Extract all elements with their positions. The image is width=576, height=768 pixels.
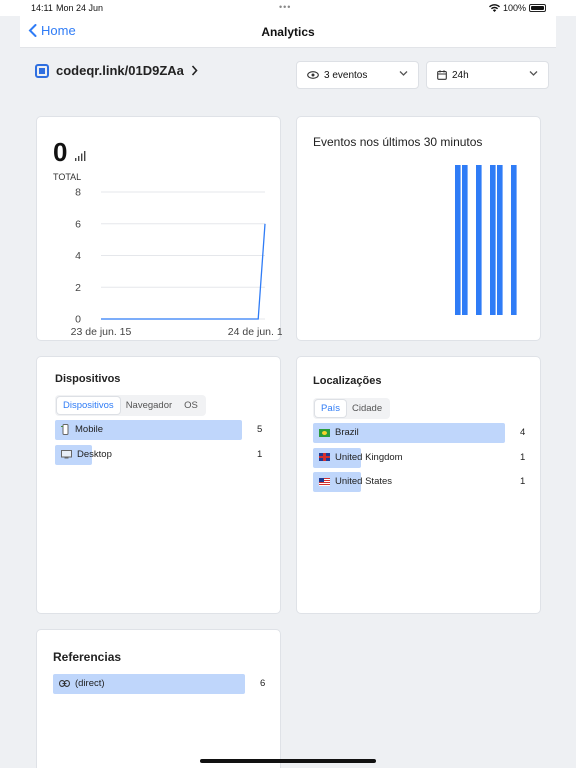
link-text: codeqr.link/01D9ZAa xyxy=(56,63,184,78)
event-bar xyxy=(476,165,482,315)
y-tick-label: 0 xyxy=(75,314,81,326)
list-item[interactable]: Mobile 5 xyxy=(55,420,265,442)
list-item[interactable]: (direct) 6 xyxy=(53,674,266,696)
event-bar xyxy=(511,165,517,315)
brazil-flag-icon xyxy=(319,428,330,437)
event-bar xyxy=(462,165,468,315)
status-right: 100% xyxy=(488,3,546,13)
y-tick-label: 2 xyxy=(75,282,81,294)
devices-list: Mobile 5 Desktop 1 xyxy=(55,420,265,469)
event-bar xyxy=(497,165,503,315)
location-count: 1 xyxy=(520,451,526,463)
series-line xyxy=(101,223,266,320)
location-label: United States xyxy=(335,476,393,487)
location-count: 1 xyxy=(520,476,526,487)
chevron-down-icon xyxy=(529,71,538,76)
event-bar xyxy=(455,165,461,315)
device-label: Mobile xyxy=(75,424,103,435)
battery-percent: 100% xyxy=(502,3,526,13)
list-item[interactable]: United States 1 xyxy=(313,472,526,494)
device-count: 5 xyxy=(257,424,263,435)
tab-cidade[interactable]: Cidade xyxy=(346,400,388,417)
us-flag-icon xyxy=(319,477,330,486)
devices-tabs: Dispositivos Navegador OS xyxy=(55,395,206,416)
calendar-icon xyxy=(437,70,447,80)
locations-tabs: País Cidade xyxy=(313,398,391,419)
event-bar xyxy=(490,165,496,315)
location-count: 4 xyxy=(520,427,526,438)
locations-title: Localizações xyxy=(313,375,382,387)
referrers-card: Referencias (direct) 6 xyxy=(36,629,281,768)
devices-title: Dispositivos xyxy=(55,373,121,385)
location-label: Brazil xyxy=(335,427,359,438)
device-label: Desktop xyxy=(77,448,112,460)
y-tick-label: 6 xyxy=(75,218,81,230)
desktop-icon xyxy=(61,449,72,458)
list-item[interactable]: United Kingdom 1 xyxy=(313,447,526,470)
timeline-chart: 8 6 4 2 023 de jun. 15 24 de jun. 14 xyxy=(71,187,282,339)
events-select[interactable]: 3 eventos xyxy=(296,61,419,89)
x-tick-label: 23 de jun. 15 xyxy=(71,326,132,338)
tab-pais[interactable]: País xyxy=(315,400,347,417)
referrers-title: Referencias xyxy=(53,650,122,664)
battery-icon xyxy=(529,4,546,12)
location-label: United Kingdom xyxy=(335,451,403,463)
referrers-list: (direct) 6 xyxy=(53,674,266,699)
list-item[interactable]: Brazil 4 xyxy=(313,423,526,445)
referrer-count: 6 xyxy=(260,678,266,689)
chevron-right-icon xyxy=(191,65,198,76)
tab-navegador[interactable]: Navegador xyxy=(120,397,178,414)
qr-code-icon xyxy=(35,63,49,78)
device-count: 1 xyxy=(257,448,263,460)
tab-dispositivos[interactable]: Dispositivos xyxy=(57,397,120,414)
y-tick-label: 8 xyxy=(75,187,81,199)
link-header[interactable]: codeqr.link/01D9ZAa xyxy=(35,63,198,78)
tab-os[interactable]: OS xyxy=(178,397,204,414)
chevron-down-icon xyxy=(399,71,408,76)
recent-events-chart xyxy=(455,165,517,315)
list-item[interactable]: Desktop 1 xyxy=(55,444,265,467)
devices-card: Dispositivos Dispositivos Navegador OS M… xyxy=(36,356,281,614)
x-tick-label: 24 de jun. 14 xyxy=(228,326,282,338)
referrer-label: (direct) xyxy=(75,678,105,689)
events-select-label: 3 eventos xyxy=(324,69,368,81)
range-select-label: 24h xyxy=(452,69,469,81)
recent-events-card: Eventos nos últimos 30 minutos xyxy=(296,116,541,341)
timeline-card: 0 TOTAL 8642023 de jun. 1524 de jun. 14 xyxy=(36,116,282,341)
eye-icon xyxy=(307,71,319,79)
status-bar: 14:11 Mon 24 Jun ••• 100% xyxy=(0,0,576,16)
locations-list: Brazil 4 United Kingdom 1 United States … xyxy=(313,423,526,497)
status-time: 14:11 xyxy=(31,3,53,13)
mobile-icon xyxy=(61,424,69,435)
page-title: Analytics xyxy=(261,25,315,39)
locations-card: Localizações País Cidade Brazil 4 United… xyxy=(296,356,541,614)
range-select[interactable]: 24h xyxy=(426,61,549,89)
wifi-icon xyxy=(488,4,500,12)
multitasking-dots-icon[interactable]: ••• xyxy=(279,2,291,12)
status-date: Mon 24 Jun xyxy=(56,3,104,13)
navigation-bar: Home Analytics xyxy=(20,16,556,48)
uk-flag-icon xyxy=(319,453,330,461)
y-tick-label: 4 xyxy=(75,250,81,262)
link-icon xyxy=(59,680,70,687)
home-indicator[interactable] xyxy=(200,759,376,763)
